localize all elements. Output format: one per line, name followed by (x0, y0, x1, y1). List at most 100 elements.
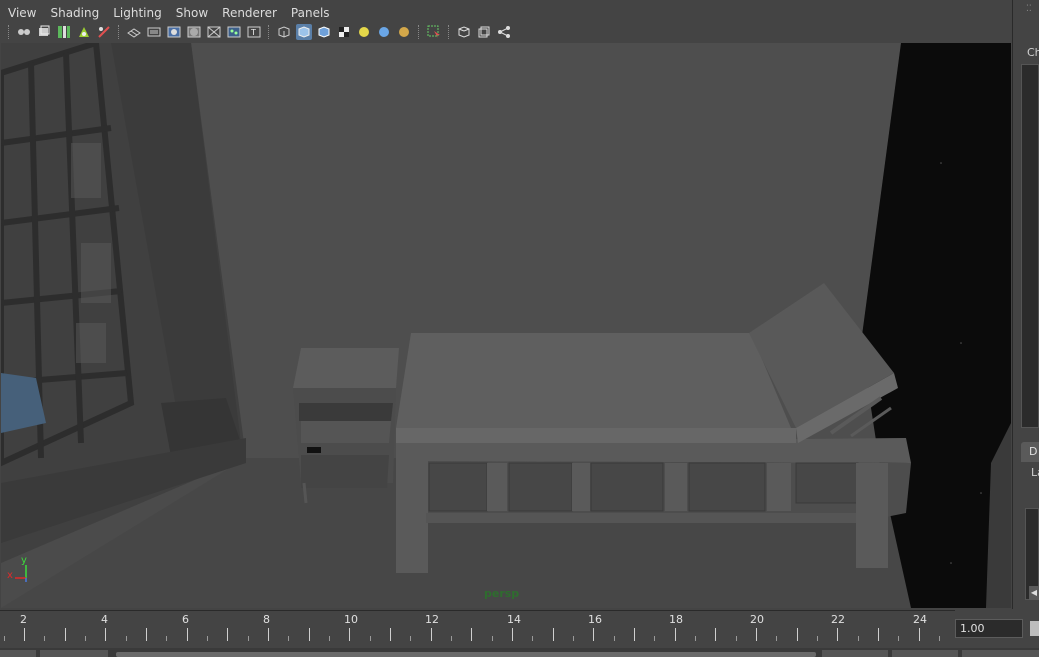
time-tick (634, 628, 635, 641)
menu-shading[interactable]: Shading (42, 3, 105, 23)
panel-grip-icon[interactable]: ⁚⁚ (1026, 4, 1032, 14)
smooth-shade-icon[interactable] (296, 24, 312, 40)
grease-pencil-icon[interactable] (96, 24, 112, 40)
time-tick-label: 12 (425, 613, 439, 626)
current-time-field[interactable]: 1.00 (955, 619, 1023, 638)
time-tick (939, 636, 940, 641)
toolbar-separator (118, 25, 120, 39)
time-slider[interactable]: 2 4 6 8 10 12 14 16 18 20 22 24 (0, 610, 955, 643)
camera-name-label: persp (484, 587, 520, 600)
range-bar[interactable] (116, 652, 816, 657)
channel-box-area[interactable] (1021, 64, 1039, 428)
time-tick-label: 16 (588, 613, 602, 626)
panel-menubar: View Shading Lighting Show Renderer Pane… (0, 3, 1012, 23)
viewport-3d-view[interactable]: y x (1, 43, 1011, 608)
time-tick (105, 628, 106, 641)
time-tick (349, 628, 350, 641)
time-tick (614, 636, 615, 641)
time-tick (451, 636, 452, 641)
time-tick (85, 636, 86, 641)
wireframe-icon[interactable] (276, 24, 292, 40)
film-gate-icon[interactable] (146, 24, 162, 40)
channel-box-label: Ch (1027, 46, 1039, 59)
time-tick (410, 636, 411, 641)
time-tick-label: 8 (263, 613, 270, 626)
time-tick (309, 628, 310, 641)
xray-icon[interactable] (456, 24, 472, 40)
range-options-field[interactable] (962, 650, 1039, 657)
toolbar-separator (8, 25, 10, 39)
time-tick (919, 628, 920, 641)
time-tick (532, 636, 533, 641)
time-tick (65, 628, 66, 641)
shadows-icon[interactable] (376, 24, 392, 40)
layer-menu-label[interactable]: La (1031, 466, 1039, 479)
time-tick (146, 628, 147, 641)
time-tick-label: 6 (182, 613, 189, 626)
time-tick (756, 628, 757, 641)
field-chart-icon[interactable] (206, 24, 222, 40)
bookmark-icon[interactable] (56, 24, 72, 40)
toolbar-separator (418, 25, 420, 39)
range-end-field[interactable] (892, 650, 958, 657)
wireframe-on-shaded-icon[interactable] (316, 24, 332, 40)
time-tick (797, 628, 798, 641)
xray-joints-icon[interactable] (476, 24, 492, 40)
scene-render (1, 43, 1011, 608)
isolate-select-icon[interactable] (426, 24, 442, 40)
time-tick (675, 628, 676, 641)
menu-view[interactable]: View (0, 3, 42, 23)
safe-action-icon[interactable] (226, 24, 242, 40)
time-tick-label: 24 (913, 613, 927, 626)
time-tick-label: 2 (20, 613, 27, 626)
time-tick (248, 636, 249, 641)
xray-components-icon[interactable] (496, 24, 512, 40)
toolbar-separator (268, 25, 270, 39)
time-tick (4, 636, 5, 641)
menu-show[interactable]: Show (168, 3, 214, 23)
range-end-time-field[interactable] (822, 650, 888, 657)
time-tick (187, 628, 188, 641)
time-tick-label: 22 (831, 613, 845, 626)
gate-mask-icon[interactable] (186, 24, 202, 40)
time-tick (553, 628, 554, 641)
playback-control-button[interactable] (1030, 621, 1039, 636)
tab-display-layers[interactable]: D (1021, 442, 1039, 462)
time-tick (654, 636, 655, 641)
image-plane-icon[interactable] (76, 24, 92, 40)
range-start-time-field[interactable] (40, 650, 108, 657)
textured-icon[interactable] (336, 24, 352, 40)
time-tick (776, 636, 777, 641)
time-tick (227, 628, 228, 641)
time-tick (207, 636, 208, 641)
menu-panels[interactable]: Panels (283, 3, 336, 23)
camera-attributes-icon[interactable] (36, 24, 52, 40)
grid-icon[interactable] (126, 24, 142, 40)
time-tick (492, 636, 493, 641)
resolution-gate-icon[interactable] (166, 24, 182, 40)
safe-title-icon[interactable]: T (246, 24, 262, 40)
time-tick (837, 628, 838, 641)
high-quality-icon[interactable] (396, 24, 412, 40)
panel-toolbar: T (0, 22, 1012, 42)
time-tick (329, 636, 330, 641)
axis-y-label: y (21, 555, 27, 566)
time-tick (288, 636, 289, 641)
menu-renderer[interactable]: Renderer (214, 3, 283, 23)
axis-x-label: x (7, 570, 13, 581)
time-tick (898, 636, 899, 641)
use-default-light-icon[interactable] (356, 24, 372, 40)
time-tick (817, 636, 818, 641)
time-tick (593, 628, 594, 641)
menu-lighting[interactable]: Lighting (105, 3, 168, 23)
select-camera-icon[interactable] (16, 24, 32, 40)
time-tick-label: 10 (344, 613, 358, 626)
scroll-left-icon[interactable]: ◀ (1029, 586, 1039, 600)
time-tick (695, 636, 696, 641)
time-tick (573, 636, 574, 641)
time-tick (471, 628, 472, 641)
time-tick (390, 628, 391, 641)
range-start-field[interactable] (0, 650, 36, 657)
time-tick-label: 18 (669, 613, 683, 626)
time-tick (512, 628, 513, 641)
